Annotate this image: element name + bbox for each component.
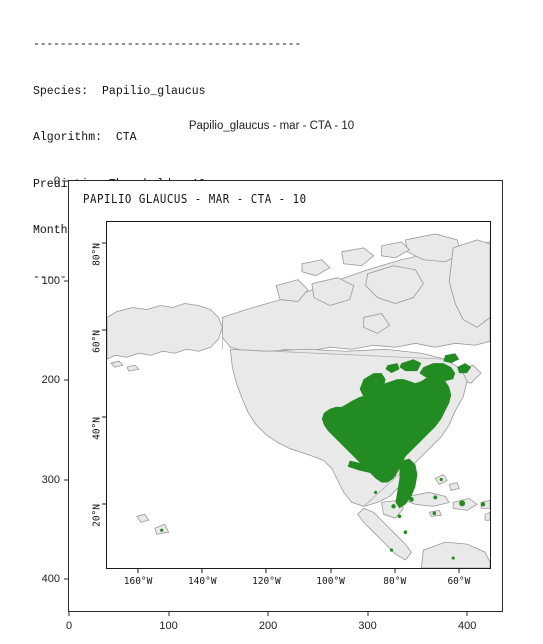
longitude-tick-mark	[458, 569, 460, 573]
presence-speck-cuba-w	[409, 497, 414, 502]
outer-x-tick-label: 0	[65, 620, 73, 632]
presence-speck-yucatan	[391, 504, 396, 509]
outer-y-axis: 0 100 200 300 400	[0, 175, 68, 612]
latitude-tick-label: 20°N	[91, 503, 103, 527]
longitude-tick-label: 120°W	[252, 576, 281, 587]
longitude-tick-label: 160°W	[123, 576, 153, 587]
outer-x-tick-label: 100	[159, 620, 178, 632]
latitude-tick-label: 80°N	[91, 242, 103, 266]
outer-x-tick-mark	[367, 612, 369, 616]
longitude-tick-mark	[265, 569, 267, 573]
presence-speck-cuba-e	[433, 495, 438, 500]
presence-speck-belize	[397, 514, 402, 519]
latitude-tick-label: 40°N	[91, 416, 103, 440]
outer-y-tick-label: 200	[41, 374, 60, 387]
outer-x-tick-mark	[267, 612, 269, 616]
console-line-algorithm: Algorithm: CTA	[33, 131, 137, 144]
longitude-tick-mark	[137, 569, 139, 573]
outer-y-tick-label: 100	[41, 274, 60, 287]
longitude-tick-label: 80°W	[383, 576, 407, 587]
presence-speck-mexico-e	[374, 490, 378, 495]
console-rule-top: ----------------------------------------	[33, 38, 302, 51]
outer-x-tick-mark	[168, 612, 170, 616]
longitude-tick-label: 100°W	[316, 576, 345, 587]
outer-x-tick-label: 400	[457, 620, 477, 632]
longitude-tick-mark	[394, 569, 396, 573]
presence-speck-jamaica	[432, 511, 437, 516]
presence-speck-ca-b	[389, 548, 394, 552]
presence-speck-bahamas	[439, 477, 443, 482]
map-title: PAPILIO GLAUCUS - MAR - CTA - 10	[83, 191, 307, 206]
presence-speck-ca-a	[403, 530, 408, 534]
longitude-axis: 160°W 140°W 120°W 100°W 80°W 60°W	[106, 569, 491, 595]
outer-x-tick-label: 200	[258, 620, 278, 632]
longitude-tick-label: 60°W	[447, 576, 471, 587]
map-svg	[107, 222, 490, 568]
outer-y-tick-label: 300	[41, 473, 60, 486]
longitude-tick-mark	[201, 569, 203, 573]
presence-speck-pr	[480, 502, 486, 507]
latitude-axis: 80°N 60°N 40°N 20°N	[69, 221, 106, 569]
console-line-species: Species: Papilio_glaucus	[33, 84, 206, 98]
figure-panel: PAPILIO GLAUCUS - MAR - CTA - 10 80°N 60°…	[68, 180, 503, 612]
outer-x-axis: 0 100 200 300 400	[65, 612, 503, 642]
latitude-tick-label: 60°N	[91, 329, 103, 353]
species-distribution-map[interactable]	[106, 221, 491, 569]
outer-x-tick-mark	[68, 612, 70, 616]
outer-x-tick-mark	[466, 612, 468, 616]
longitude-tick-label: 140°W	[187, 576, 217, 587]
outer-y-tick-label: 0	[53, 175, 60, 187]
presence-speck-sa	[451, 556, 455, 560]
outer-y-tick-label: 400	[41, 573, 60, 586]
presence-speck-hawaii	[160, 528, 164, 532]
figure-title: Papilio_glaucus - mar - CTA - 10	[188, 120, 355, 132]
longitude-tick-mark	[330, 569, 332, 573]
presence-speck-hispaniola	[459, 500, 466, 507]
outer-x-tick-label: 300	[358, 620, 377, 632]
